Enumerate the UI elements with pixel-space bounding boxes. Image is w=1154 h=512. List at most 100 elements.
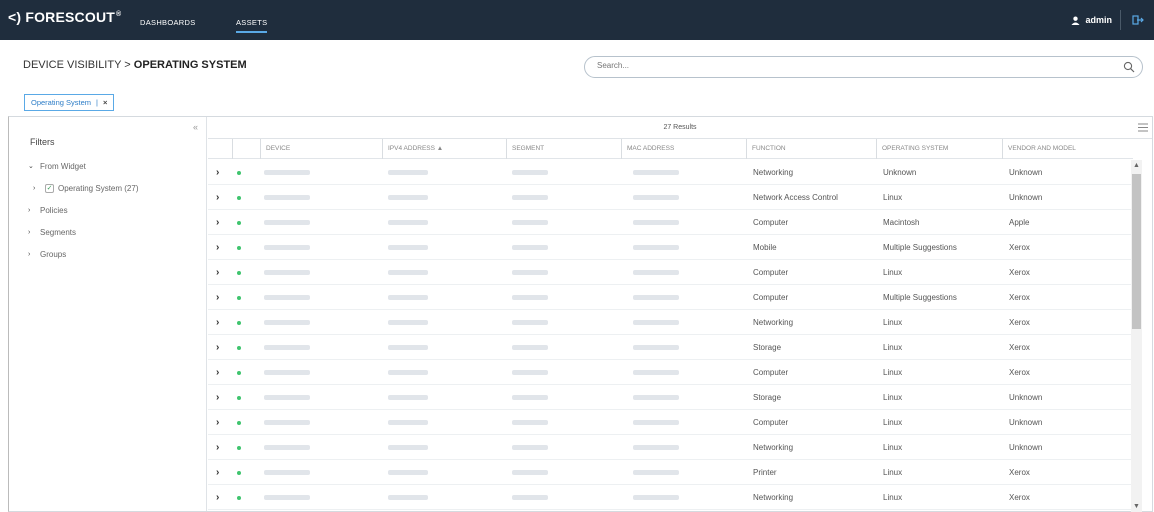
divider <box>1120 10 1121 30</box>
table-row[interactable]: › Computer Linux Xerox <box>208 260 1133 285</box>
cell-function: Networking <box>753 168 794 177</box>
table-row[interactable]: › Printer Linux Xerox <box>208 460 1133 485</box>
expand-row-icon[interactable]: › <box>216 335 219 360</box>
online-status-dot <box>237 421 241 425</box>
cell-vendor-model: Xerox <box>1009 318 1030 327</box>
table-row[interactable]: › Computer Macintosh Apple <box>208 210 1133 235</box>
scroll-down-icon[interactable]: ▼ <box>1133 503 1140 510</box>
table-row[interactable]: › Computer Linux Unknown <box>208 410 1133 435</box>
remove-filter-icon[interactable]: × <box>103 98 107 107</box>
cell-vendor-model: Apple <box>1009 218 1030 227</box>
cell-vendor-model: Xerox <box>1009 243 1030 252</box>
redacted-value <box>388 420 428 425</box>
online-status-dot <box>237 371 241 375</box>
search-box[interactable] <box>584 56 1143 78</box>
search-icon[interactable] <box>1123 61 1135 73</box>
table-row[interactable]: › Network Access Control Linux Unknown <box>208 185 1133 210</box>
expand-row-icon[interactable]: › <box>216 235 219 260</box>
expand-row-icon[interactable]: › <box>216 185 219 210</box>
main-panel: « Filters ⌄ From Widget › ✓ Operating Sy… <box>8 116 1153 512</box>
expand-row-icon[interactable]: › <box>216 260 219 285</box>
scrollbar-thumb[interactable] <box>1132 174 1141 329</box>
forescout-logo[interactable]: <) FORESCOUT® <box>8 9 121 25</box>
breadcrumb-parent[interactable]: DEVICE VISIBILITY <box>23 59 121 71</box>
vertical-scrollbar[interactable]: ▲ ▼ <box>1131 160 1142 512</box>
expand-row-icon[interactable]: › <box>216 485 219 510</box>
table-header: DEVICE IPV4 ADDRESS ▲ SEGMENT MAC ADDRES… <box>208 139 1133 159</box>
cell-function: Storage <box>753 343 782 352</box>
table-row[interactable]: › Networking Unknown Unknown <box>208 160 1133 185</box>
redacted-value <box>264 445 310 450</box>
tree-item-operating-system[interactable]: › ✓ Operating System (27) <box>28 177 206 199</box>
table-row[interactable]: › Mobile Multiple Suggestions Xerox <box>208 235 1133 260</box>
user-icon <box>1071 16 1081 25</box>
cell-operating-system: Linux <box>883 468 903 477</box>
redacted-value <box>512 220 548 225</box>
cell-operating-system: Unknown <box>883 168 917 177</box>
nav-assets[interactable]: ASSETS <box>236 18 268 33</box>
menu-icon[interactable] <box>1138 123 1148 132</box>
checkbox[interactable]: ✓ <box>45 183 54 193</box>
cell-operating-system: Linux <box>883 343 903 352</box>
filter-chip-operating-system[interactable]: Operating System | × <box>24 94 115 111</box>
tree-item-policies[interactable]: › Policies <box>28 199 206 221</box>
breadcrumb-current: OPERATING SYSTEM <box>133 59 247 71</box>
expand-row-icon[interactable]: › <box>216 385 219 410</box>
table-row[interactable]: › Computer Multiple Suggestions Xerox <box>208 285 1133 310</box>
expand-row-icon[interactable]: › <box>216 210 219 235</box>
table-row[interactable]: › Networking Linux Xerox <box>208 310 1133 335</box>
expand-row-icon[interactable]: › <box>216 435 219 460</box>
redacted-value <box>264 195 310 200</box>
expand-row-icon[interactable]: › <box>216 360 219 385</box>
cell-function: Computer <box>753 418 789 427</box>
redacted-value <box>633 395 679 400</box>
user-menu[interactable]: admin <box>1071 15 1112 25</box>
expand-row-icon[interactable]: › <box>216 285 219 310</box>
expand-row-icon[interactable]: › <box>216 410 219 435</box>
scroll-up-icon[interactable]: ▲ <box>1133 162 1140 169</box>
cell-vendor-model: Xerox <box>1009 293 1030 302</box>
redacted-value <box>264 420 310 425</box>
column-header-vendor[interactable]: VENDOR AND MODEL <box>1002 139 1128 159</box>
table-row[interactable]: › Computer Linux Xerox <box>208 360 1133 385</box>
redacted-value <box>633 345 679 350</box>
column-header-ipv4[interactable]: IPV4 ADDRESS ▲ <box>382 139 506 159</box>
table-row[interactable]: › Networking Linux Xerox <box>208 485 1133 510</box>
cell-vendor-model: Unknown <box>1009 393 1043 402</box>
table-row[interactable]: › Storage Linux Unknown <box>208 385 1133 410</box>
redacted-value <box>633 445 679 450</box>
expand-row-icon[interactable]: › <box>216 160 219 185</box>
redacted-value <box>388 220 428 225</box>
column-header-mac[interactable]: MAC ADDRESS <box>621 139 746 159</box>
collapse-sidebar-icon[interactable]: « <box>193 122 198 132</box>
cell-operating-system: Linux <box>883 418 903 427</box>
redacted-value <box>633 245 679 250</box>
redacted-value <box>388 370 428 375</box>
table-row[interactable]: › Storage Linux Xerox <box>208 335 1133 360</box>
redacted-value <box>264 245 310 250</box>
cell-operating-system: Linux <box>883 193 903 202</box>
expand-row-icon[interactable]: › <box>216 460 219 485</box>
column-header-device[interactable]: DEVICE <box>260 139 382 159</box>
search-input[interactable] <box>597 61 1097 70</box>
redacted-value <box>264 470 310 475</box>
online-status-dot <box>237 246 241 250</box>
column-header-os[interactable]: OPERATING SYSTEM <box>876 139 1002 159</box>
online-status-dot <box>237 396 241 400</box>
redacted-value <box>264 295 310 300</box>
tree-item-from-widget[interactable]: ⌄ From Widget <box>28 155 206 177</box>
table-row[interactable]: › Networking Linux Unknown <box>208 435 1133 460</box>
redacted-value <box>388 170 428 175</box>
redacted-value <box>388 345 428 350</box>
cell-function: Computer <box>753 218 789 227</box>
tree-item-groups[interactable]: › Groups <box>28 243 206 265</box>
nav-dashboards[interactable]: DASHBOARDS <box>140 18 196 27</box>
username: admin <box>1085 15 1112 25</box>
logout-icon[interactable] <box>1132 14 1144 26</box>
column-header-segment[interactable]: SEGMENT <box>506 139 621 159</box>
expand-row-icon[interactable]: › <box>216 310 219 335</box>
column-header-function[interactable]: FUNCTION <box>746 139 876 159</box>
tree-item-segments[interactable]: › Segments <box>28 221 206 243</box>
results-table: 27 Results DEVICE IPV4 ADDRESS ▲ SEGMENT… <box>208 117 1152 512</box>
redacted-value <box>633 195 679 200</box>
